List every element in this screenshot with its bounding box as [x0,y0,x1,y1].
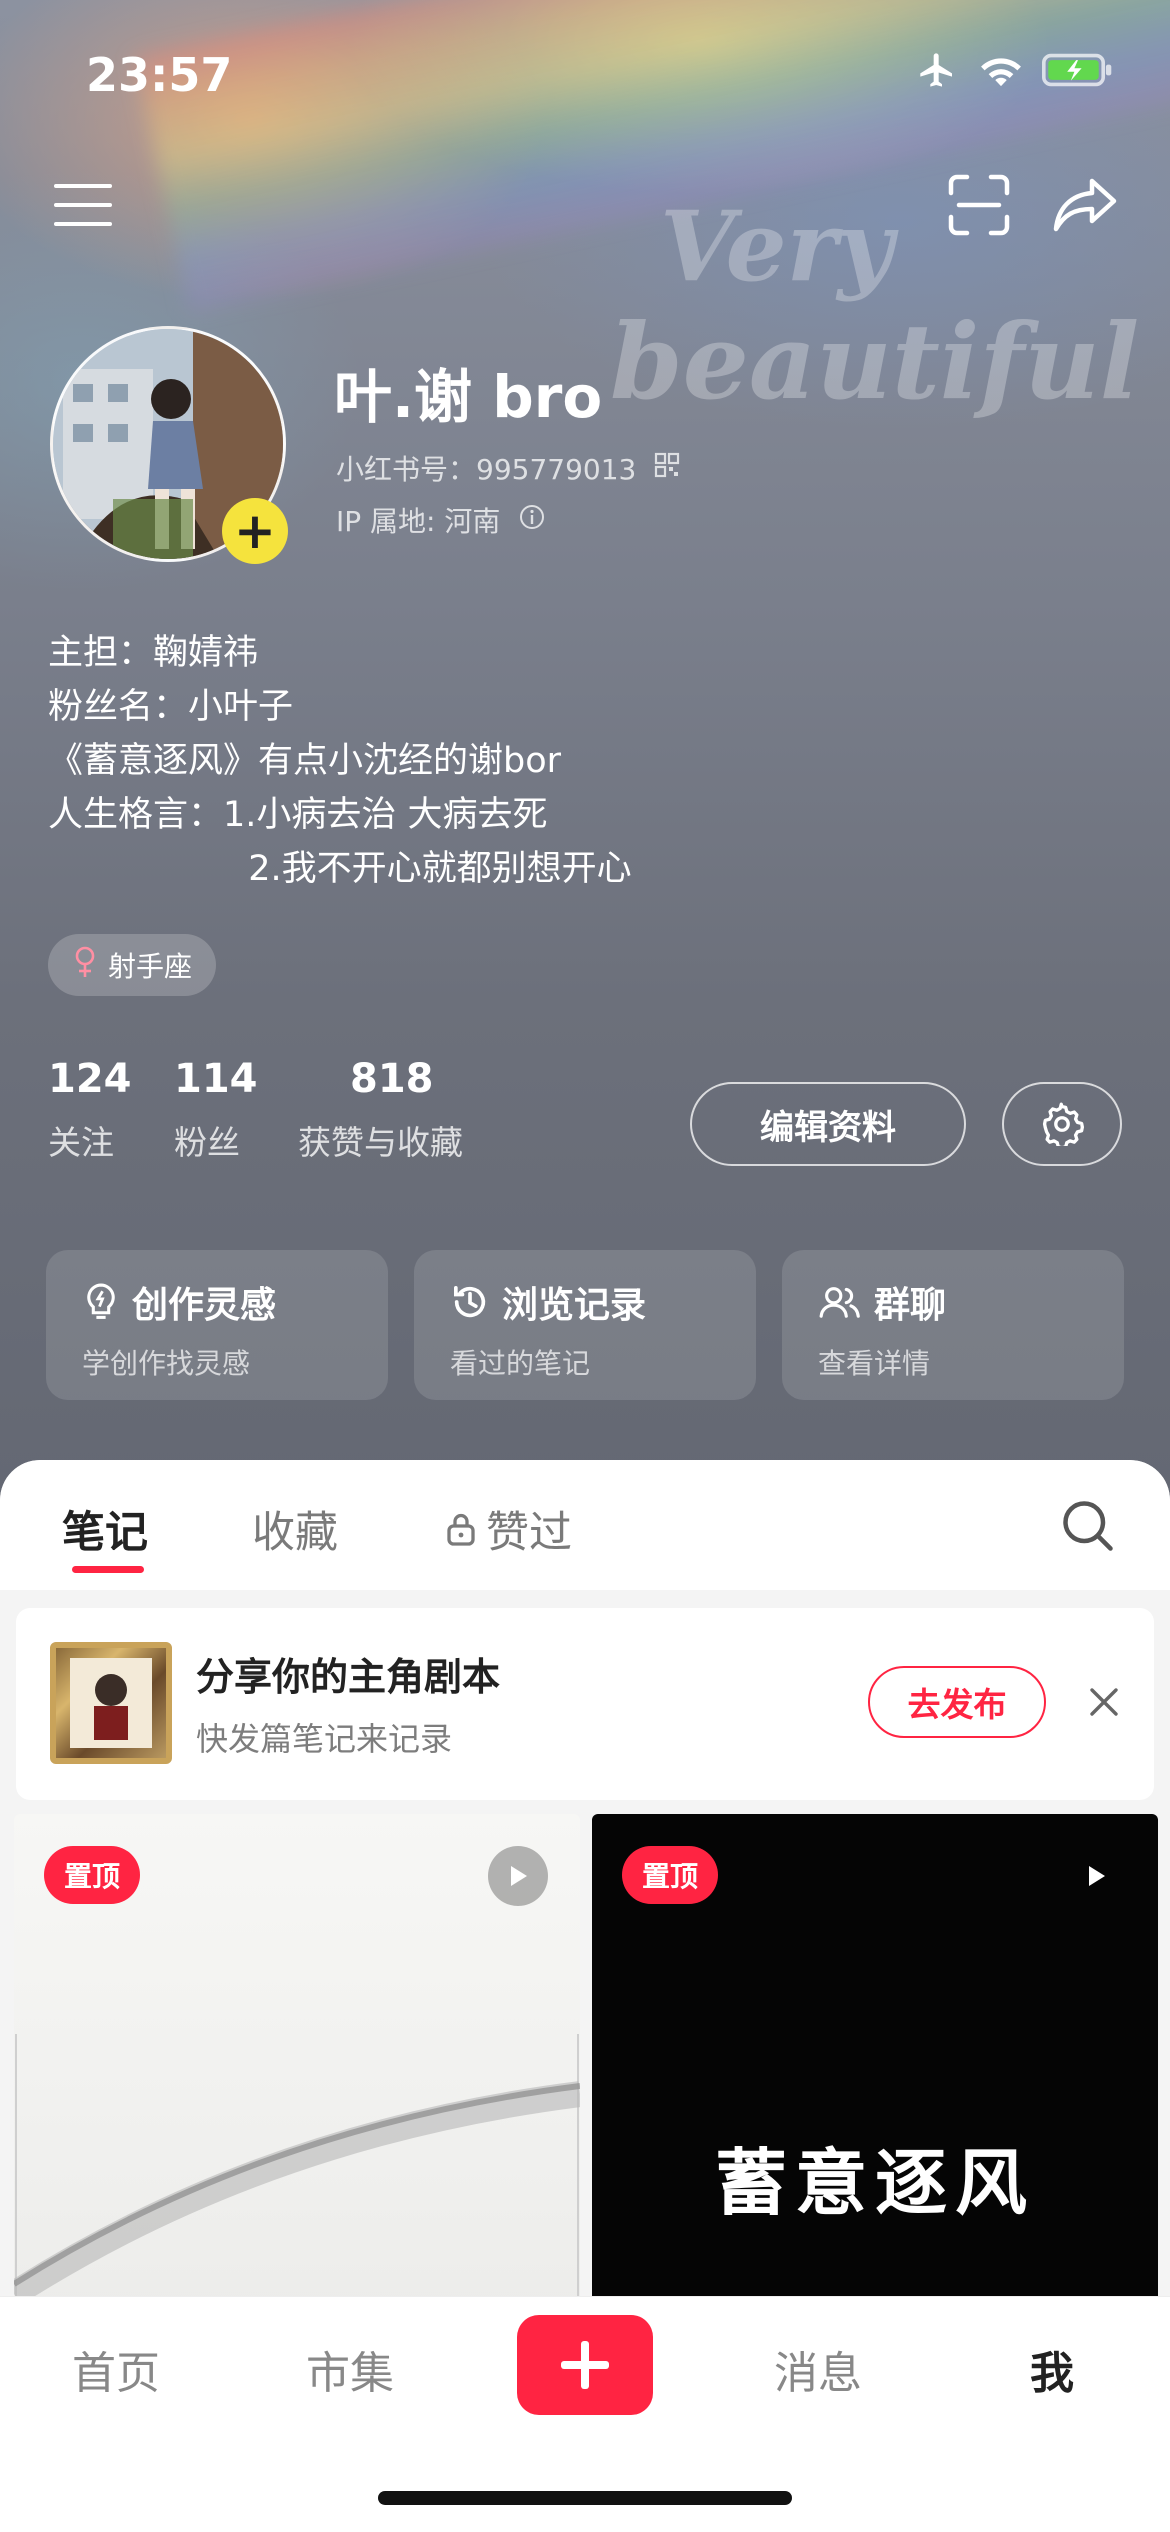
card-history-title: 浏览记录 [502,1285,647,1326]
stat-likes[interactable]: 818 获赞与收藏 [298,1056,463,1164]
status-icons [914,50,1114,94]
info-icon[interactable] [518,503,546,538]
tab-liked[interactable]: 赞过 [446,1498,572,1560]
stat-followers[interactable]: 114 粉丝 [174,1056,258,1164]
bio: 主担：鞠婧祎 粉丝名：小叶子 《蓄意逐风》有点小沈经的谢bor 人生格言：1.小… [48,626,632,896]
home-indicator [378,2491,792,2505]
publish-button[interactable] [517,2315,653,2415]
active-tab-indicator [72,1566,144,1573]
stat-likes-label: 获赞与收藏 [298,1123,463,1162]
tab-collections[interactable]: 收藏 [252,1498,338,1560]
stat-following-count: 124 [48,1056,132,1102]
promo-subtitle: 快发篇笔记来记录 [196,1720,453,1758]
scan-button[interactable] [944,170,1014,240]
tab-collections-label: 收藏 [252,1508,338,1558]
tab-notes[interactable]: 笔记 [62,1498,148,1560]
battery-charging-icon [1042,51,1114,93]
card-group-chat-title: 群聊 [874,1285,947,1326]
lightbulb-icon [87,1283,115,1319]
card-history[interactable]: 浏览记录 看过的笔记 [414,1250,756,1400]
clock-icon [454,1286,486,1318]
content-tabs: 笔记 收藏 赞过 [0,1460,1170,1590]
female-icon [72,945,98,986]
card-history-sub: 看过的笔记 [450,1347,591,1380]
card-inspiration-sub: 学创作找灵感 [82,1347,251,1380]
go-publish-button[interactable]: 去发布 [868,1666,1046,1738]
search-button[interactable] [1058,1496,1118,1556]
publish-promo-banner: 分享你的主角剧本 快发篇笔记来记录 去发布 [16,1608,1154,1800]
ip-location-row: IP 属地: 河南 [336,500,546,540]
card-group-chat-sub: 查看详情 [818,1347,931,1380]
video-play-icon [488,1846,548,1906]
edit-profile-button[interactable]: 编辑资料 [690,1082,966,1166]
search-icon [1063,1501,1113,1551]
rainbow-decoration [134,0,1170,312]
user-id: 小红书号：995779013 [336,453,637,486]
stat-followers-count: 114 [174,1056,258,1102]
stat-followers-label: 粉丝 [174,1123,240,1162]
avatar-add-button[interactable]: + [222,498,288,564]
share-icon [1053,178,1117,232]
video-play-icon [1066,1846,1126,1906]
gear-icon [1042,1102,1084,1146]
nickname: 叶.谢 bro [334,363,603,431]
zodiac-tag: 射手座 [48,934,217,996]
lock-icon [447,1513,475,1546]
bio-line: 2.我不开心就都别想开心 [48,849,632,889]
card-inspiration[interactable]: 创作灵感 学创作找灵感 [46,1250,388,1400]
settings-button[interactable] [1002,1082,1122,1166]
promo-title: 分享你的主角剧本 [196,1655,501,1699]
tab-liked-label: 赞过 [486,1508,572,1558]
plus-icon [561,2341,609,2389]
stat-following[interactable]: 124 关注 [48,1056,132,1164]
nav-home[interactable]: 首页 [36,2337,196,2401]
bio-line: 人生格言：1.小病去治 大病去死 [48,795,548,835]
zodiac-label: 射手座 [108,950,193,983]
airplane-mode-icon [914,50,960,94]
bottom-navigation: 首页 市集 消息 我 [0,2296,1170,2532]
promo-thumbnail [50,1642,172,1764]
watermark-text-beautiful: beautiful [610,300,1140,423]
user-id-row: 小红书号：995779013 [336,448,680,488]
nav-market[interactable]: 市集 [270,2337,430,2401]
pinned-badge: 置顶 [622,1846,719,1904]
card-group-chat[interactable]: 群聊 查看详情 [782,1250,1124,1400]
hamburger-icon [54,184,112,226]
scan-icon [948,174,1010,236]
bio-line: 主担：鞠婧祎 [48,633,259,673]
nav-me[interactable]: 我 [972,2337,1132,2401]
nav-messages[interactable]: 消息 [738,2337,898,2401]
pinned-badge: 置顶 [44,1846,141,1904]
stat-following-label: 关注 [48,1123,114,1162]
bio-line: 《蓄意逐风》有点小沈经的谢bor [48,741,562,781]
card-inspiration-title: 创作灵感 [132,1285,277,1326]
group-icon [819,1287,860,1318]
tab-notes-label: 笔记 [62,1508,148,1558]
ip-location: IP 属地: 河南 [336,505,501,538]
share-button[interactable] [1050,170,1120,240]
menu-button[interactable] [48,170,118,240]
stat-likes-count: 818 [350,1056,434,1102]
watermark-text-very: Very [660,190,894,303]
close-promo-button[interactable] [1082,1680,1126,1724]
wifi-icon [978,51,1024,93]
bio-line: 粉丝名：小叶子 [48,687,294,727]
qrcode-icon[interactable] [654,452,680,485]
close-icon [1090,1688,1118,1716]
status-time: 23:57 [86,48,233,102]
note-cover-caption: 蓄意逐风 [714,2140,1035,2225]
